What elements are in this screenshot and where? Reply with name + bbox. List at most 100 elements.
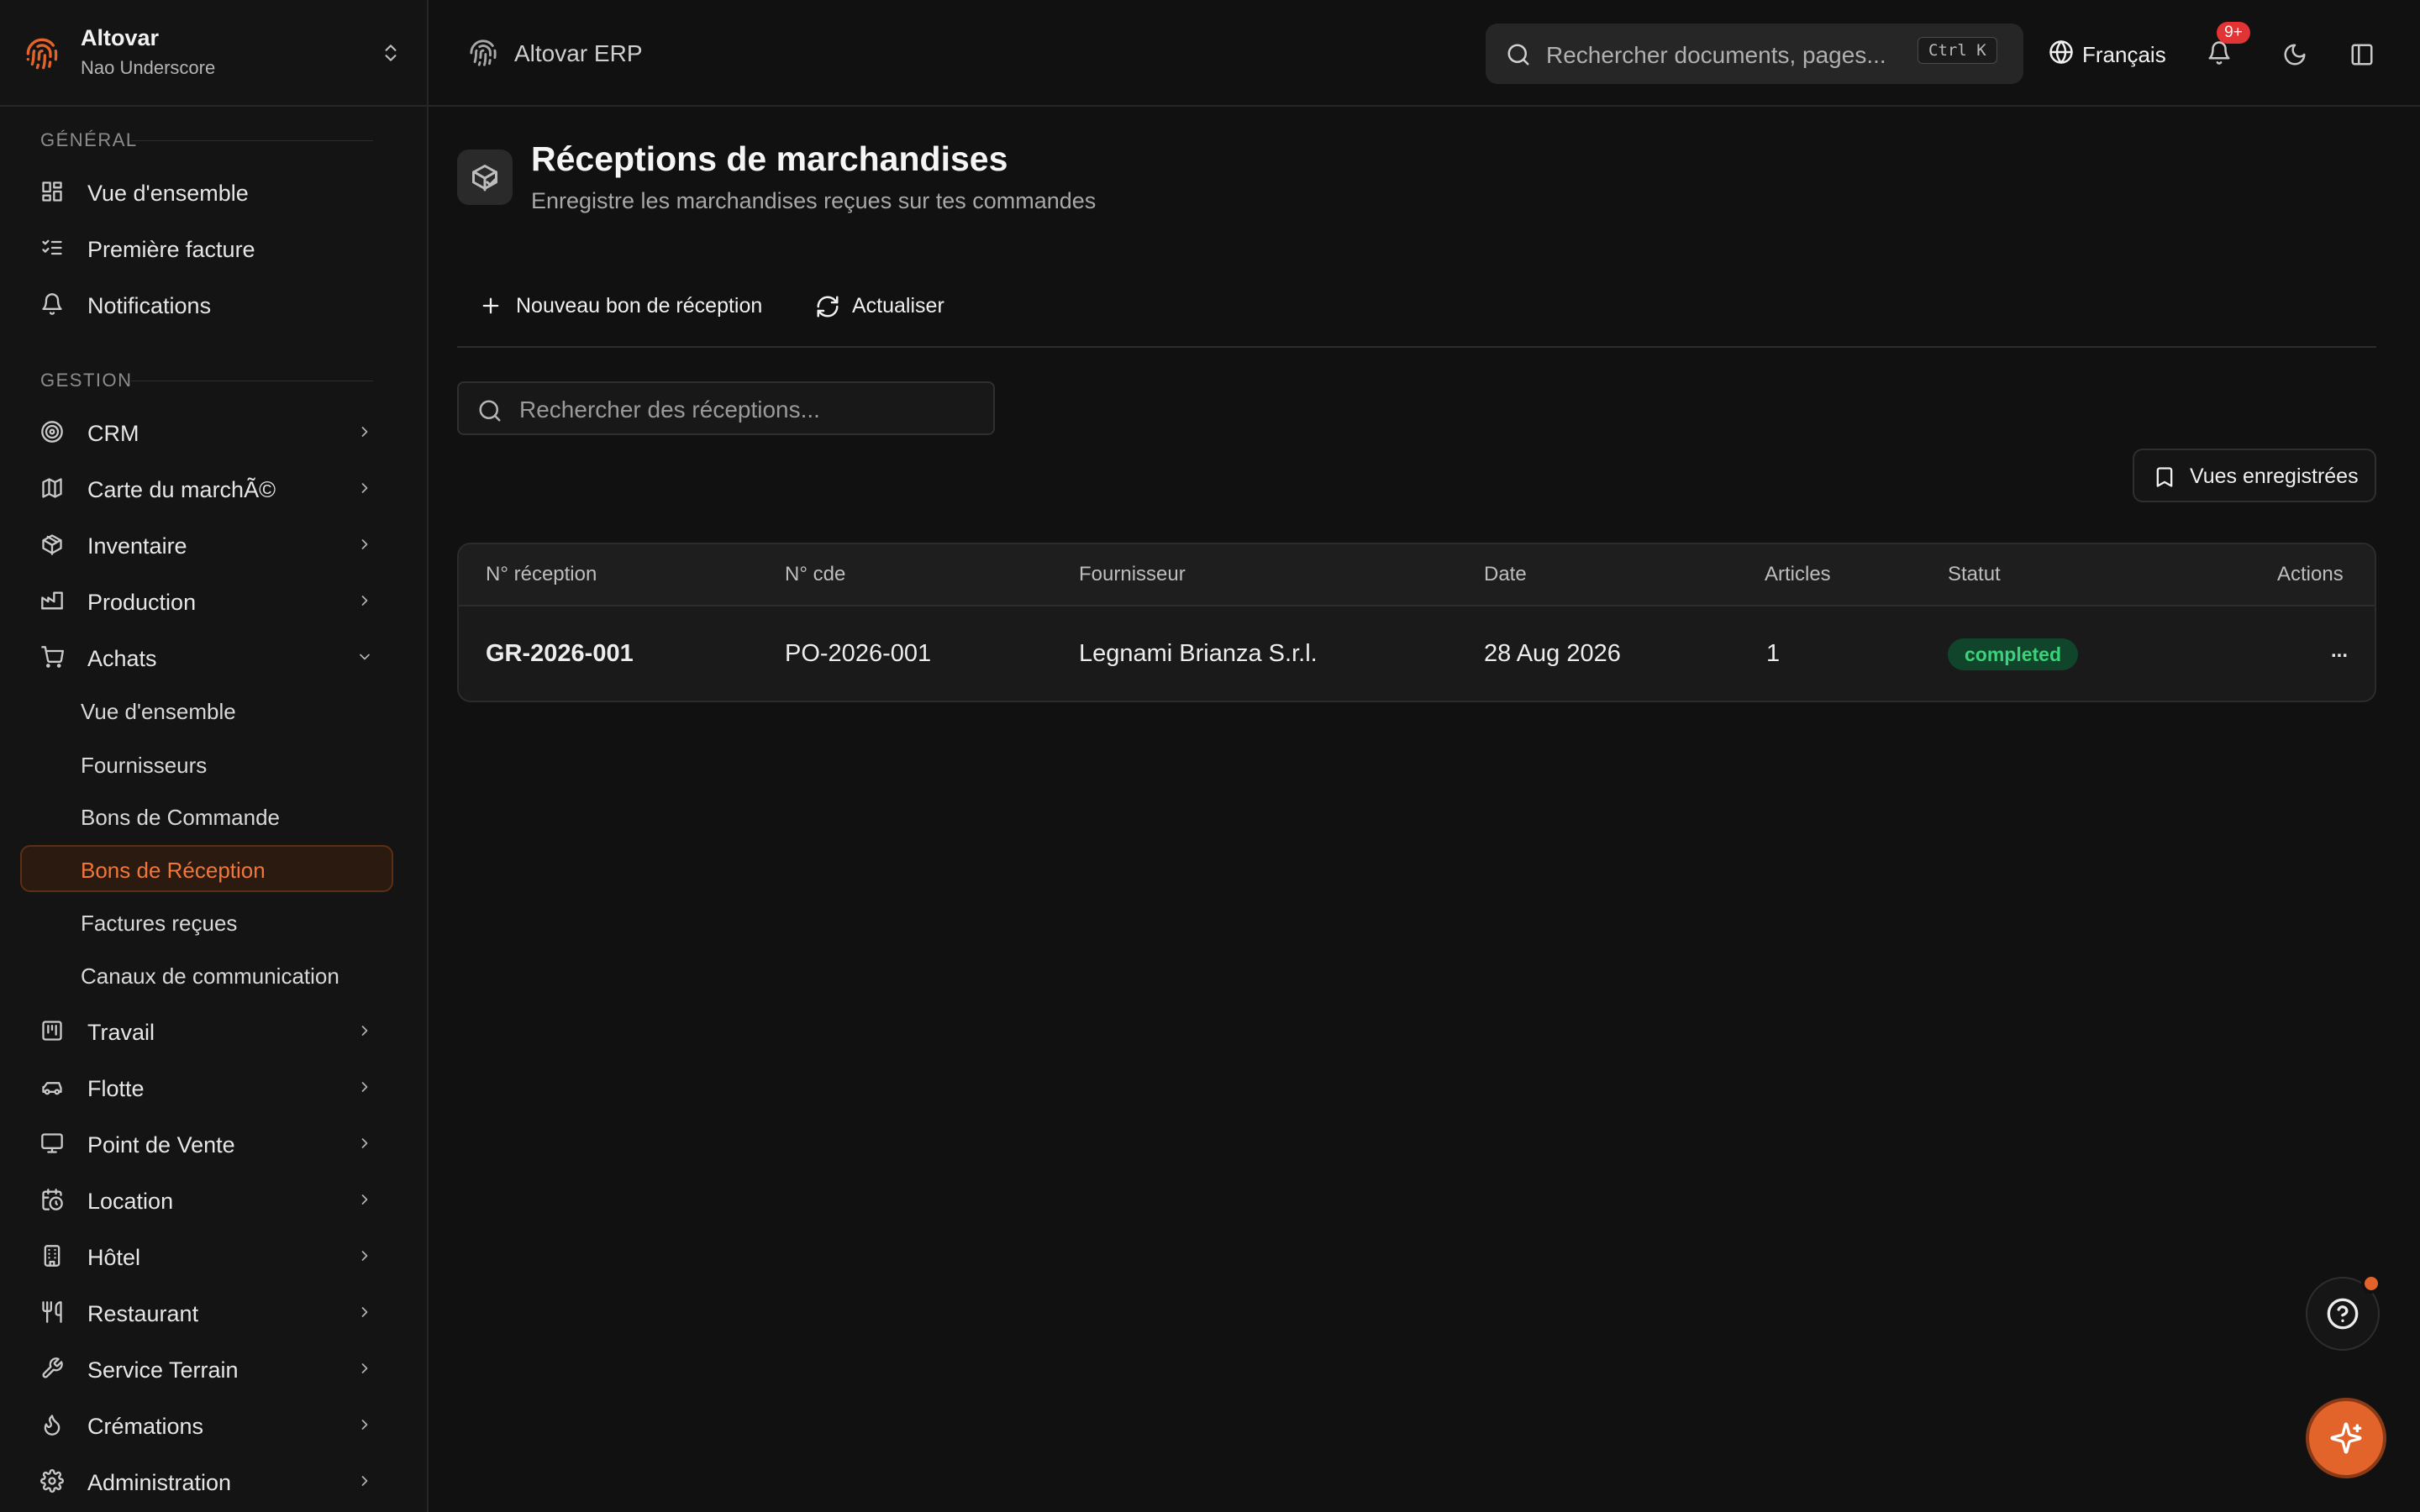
nav-item-work[interactable]: Travail (20, 1007, 393, 1054)
column-header-order-number[interactable]: N° cde (785, 563, 845, 586)
nav-item-rental[interactable]: Location (20, 1176, 393, 1223)
sub-item-label: Vue d'ensemble (81, 699, 236, 724)
chevron-right-icon (356, 423, 373, 440)
org-name: Altovar (81, 25, 160, 50)
group-label-gestion: GESTION (40, 370, 133, 391)
nav-item-point-of-sale[interactable]: Point de Vente (20, 1120, 393, 1167)
nav-item-production[interactable]: Production (20, 577, 393, 624)
global-search-placeholder: Rechercher documents, pages... (1546, 42, 1886, 68)
toolbar-divider (457, 346, 2376, 348)
nav-item-label: CRM (87, 421, 139, 446)
sub-item-purchases-overview[interactable]: Vue d'ensemble (20, 686, 393, 733)
chevrons-up-down-icon (380, 42, 402, 64)
nav-item-market-map[interactable]: Carte du marchÃ© (20, 465, 393, 512)
nav-item-label: Première facture (87, 237, 255, 262)
column-header-actions: Actions (2277, 563, 2344, 585)
nav-item-first-invoice[interactable]: Première facture (20, 224, 393, 271)
sub-item-received-invoices[interactable]: Factures reçues (20, 898, 393, 945)
chevron-right-icon (356, 1135, 373, 1152)
dashboard-icon (40, 180, 64, 203)
wrench-icon (40, 1357, 64, 1380)
gear-icon (40, 1469, 64, 1493)
search-icon (477, 398, 502, 423)
chevron-right-icon (356, 1304, 373, 1320)
column-header-supplier[interactable]: Fournisseur (1079, 563, 1186, 586)
nav-item-label: Production (87, 590, 197, 615)
flame-icon (40, 1413, 64, 1436)
nav-item-field-service[interactable]: Service Terrain (20, 1345, 393, 1392)
nav-item-overview[interactable]: Vue d'ensemble (20, 168, 393, 215)
cart-icon (40, 645, 64, 669)
sub-item-communication-channels[interactable]: Canaux de communication (20, 951, 393, 998)
fingerprint-logo-icon (25, 37, 59, 71)
car-icon (40, 1075, 64, 1099)
row-actions-button[interactable]: ... (2316, 630, 2363, 677)
nav-item-label: Achats (87, 646, 157, 671)
language-label: Français (2082, 42, 2166, 67)
chevron-right-icon (356, 1022, 373, 1039)
divider (131, 140, 373, 141)
toggle-panel-button[interactable] (2341, 34, 2381, 74)
table-row[interactable]: GR-2026-001 PO-2026-001 Legnami Brianza … (459, 606, 2375, 701)
sub-item-purchase-orders[interactable]: Bons de Commande (20, 792, 393, 839)
cell-date: 28 Aug 2026 (1484, 640, 1621, 667)
nav-item-crm[interactable]: CRM (20, 408, 393, 455)
column-header-date[interactable]: Date (1484, 563, 1527, 586)
nav-item-label: Restaurant (87, 1301, 199, 1326)
org-switcher[interactable]: Altovar Nao Underscore (0, 0, 427, 107)
chevron-right-icon (356, 1191, 373, 1208)
nav-item-purchases[interactable]: Achats (20, 633, 393, 680)
nav-item-restaurant[interactable]: Restaurant (20, 1289, 393, 1336)
nav-item-inventory[interactable]: Inventaire (20, 521, 393, 568)
nav-item-label: Travail (87, 1020, 155, 1045)
building-icon (40, 1244, 64, 1268)
chevron-down-icon (356, 648, 373, 665)
ai-assistant-button[interactable] (2306, 1398, 2386, 1478)
column-header-status[interactable]: Statut (1948, 563, 2001, 586)
saved-views-button[interactable]: Vues enregistrées (2133, 449, 2376, 502)
chevron-right-icon (356, 592, 373, 609)
nav-item-cremations[interactable]: Crémations (20, 1401, 393, 1448)
new-receipt-label: Nouveau bon de réception (516, 294, 763, 318)
cell-order-number: PO-2026-001 (785, 640, 932, 667)
nav-item-hotel[interactable]: Hôtel (20, 1232, 393, 1279)
nav-item-label: Flotte (87, 1076, 145, 1101)
keyboard-shortcut-hint: Ctrl K (1918, 37, 1997, 64)
chevron-right-icon (356, 1473, 373, 1489)
receipts-table: N° réception N° cde Fournisseur Date Art… (457, 543, 2376, 702)
sub-item-label: Factures reçues (81, 911, 238, 936)
saved-views-label: Vues enregistrées (2190, 465, 2359, 488)
page-subtitle: Enregistre les marchandises reçues sur t… (531, 188, 1097, 213)
kanban-icon (40, 1019, 64, 1042)
cell-supplier: Legnami Brianza S.r.l. (1079, 640, 1318, 667)
calendar-clock-icon (40, 1188, 64, 1211)
top-header: Altovar ERP Rechercher documents, pages.… (429, 0, 2420, 107)
nav-item-label: Carte du marchÃ© (87, 477, 276, 502)
target-icon (40, 420, 64, 444)
receipts-search-input[interactable]: Rechercher des réceptions... (457, 381, 995, 435)
theme-toggle-button[interactable] (2274, 34, 2314, 74)
nav-item-label: Vue d'ensemble (87, 181, 249, 206)
nav-item-administration[interactable]: Administration (20, 1457, 393, 1504)
cell-articles: 1 (1766, 640, 1781, 667)
group-label-general: GÉNÉRAL (40, 129, 138, 150)
search-icon (1506, 42, 1531, 67)
nav-item-notifications[interactable]: Notifications (20, 281, 393, 328)
refresh-label: Actualiser (852, 294, 944, 318)
sub-item-suppliers[interactable]: Fournisseurs (20, 740, 393, 787)
sub-item-goods-receipts[interactable]: Bons de Réception (20, 845, 393, 892)
nav-item-label: Crémations (87, 1414, 204, 1439)
status-badge: completed (1948, 638, 2079, 670)
column-header-articles[interactable]: Articles (1765, 563, 1831, 586)
org-user: Nao Underscore (81, 57, 216, 78)
monitor-icon (40, 1131, 64, 1155)
chevron-right-icon (356, 1247, 373, 1264)
help-indicator-dot (2361, 1273, 2381, 1294)
nav-item-fleet[interactable]: Flotte (20, 1063, 393, 1110)
nav-item-label: Notifications (87, 293, 212, 318)
column-header-reception-number[interactable]: N° réception (486, 563, 597, 586)
utensils-icon (40, 1300, 64, 1324)
cell-reception-number: GR-2026-001 (486, 640, 634, 667)
chevron-right-icon (356, 1416, 373, 1433)
nav-item-label: Point de Vente (87, 1132, 235, 1158)
